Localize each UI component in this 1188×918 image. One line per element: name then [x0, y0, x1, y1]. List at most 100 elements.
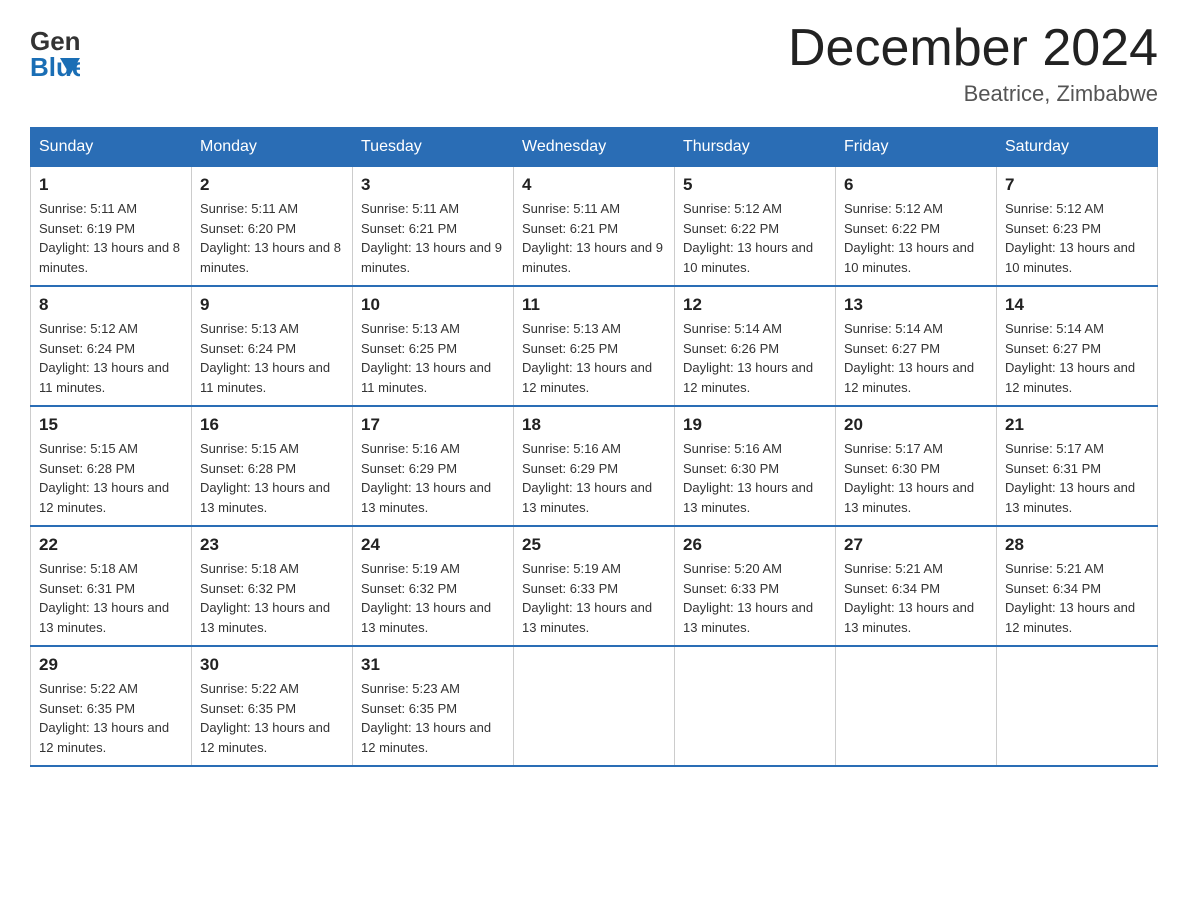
day-info: Sunrise: 5:18 AMSunset: 6:32 PMDaylight:…	[200, 561, 330, 635]
calendar-cell: 26 Sunrise: 5:20 AMSunset: 6:33 PMDaylig…	[675, 526, 836, 646]
day-number: 20	[844, 415, 988, 435]
day-info: Sunrise: 5:19 AMSunset: 6:32 PMDaylight:…	[361, 561, 491, 635]
calendar-cell	[836, 646, 997, 766]
day-number: 28	[1005, 535, 1149, 555]
day-info: Sunrise: 5:21 AMSunset: 6:34 PMDaylight:…	[1005, 561, 1135, 635]
calendar-cell	[997, 646, 1158, 766]
day-number: 3	[361, 175, 505, 195]
day-info: Sunrise: 5:13 AMSunset: 6:24 PMDaylight:…	[200, 321, 330, 395]
day-info: Sunrise: 5:16 AMSunset: 6:29 PMDaylight:…	[522, 441, 652, 515]
calendar-cell: 16 Sunrise: 5:15 AMSunset: 6:28 PMDaylig…	[192, 406, 353, 526]
calendar-cell: 12 Sunrise: 5:14 AMSunset: 6:26 PMDaylig…	[675, 286, 836, 406]
weekday-header-friday: Friday	[836, 128, 997, 167]
day-number: 23	[200, 535, 344, 555]
svg-text:Blue: Blue	[30, 52, 80, 80]
calendar-cell: 23 Sunrise: 5:18 AMSunset: 6:32 PMDaylig…	[192, 526, 353, 646]
calendar-cell: 11 Sunrise: 5:13 AMSunset: 6:25 PMDaylig…	[514, 286, 675, 406]
day-number: 2	[200, 175, 344, 195]
calendar-week-row: 1 Sunrise: 5:11 AMSunset: 6:19 PMDayligh…	[31, 167, 1158, 287]
day-info: Sunrise: 5:23 AMSunset: 6:35 PMDaylight:…	[361, 681, 491, 755]
day-number: 4	[522, 175, 666, 195]
calendar-week-row: 15 Sunrise: 5:15 AMSunset: 6:28 PMDaylig…	[31, 406, 1158, 526]
day-info: Sunrise: 5:16 AMSunset: 6:29 PMDaylight:…	[361, 441, 491, 515]
day-number: 31	[361, 655, 505, 675]
day-number: 9	[200, 295, 344, 315]
month-title: December 2024	[788, 20, 1158, 77]
day-info: Sunrise: 5:21 AMSunset: 6:34 PMDaylight:…	[844, 561, 974, 635]
calendar-cell: 17 Sunrise: 5:16 AMSunset: 6:29 PMDaylig…	[353, 406, 514, 526]
day-number: 19	[683, 415, 827, 435]
day-number: 15	[39, 415, 183, 435]
calendar-cell: 5 Sunrise: 5:12 AMSunset: 6:22 PMDayligh…	[675, 167, 836, 287]
day-info: Sunrise: 5:11 AMSunset: 6:21 PMDaylight:…	[361, 201, 502, 275]
day-number: 12	[683, 295, 827, 315]
calendar-cell: 28 Sunrise: 5:21 AMSunset: 6:34 PMDaylig…	[997, 526, 1158, 646]
day-number: 6	[844, 175, 988, 195]
calendar-cell: 20 Sunrise: 5:17 AMSunset: 6:30 PMDaylig…	[836, 406, 997, 526]
day-info: Sunrise: 5:16 AMSunset: 6:30 PMDaylight:…	[683, 441, 813, 515]
calendar-cell: 29 Sunrise: 5:22 AMSunset: 6:35 PMDaylig…	[31, 646, 192, 766]
calendar-cell: 14 Sunrise: 5:14 AMSunset: 6:27 PMDaylig…	[997, 286, 1158, 406]
day-number: 14	[1005, 295, 1149, 315]
day-number: 7	[1005, 175, 1149, 195]
calendar-cell: 30 Sunrise: 5:22 AMSunset: 6:35 PMDaylig…	[192, 646, 353, 766]
day-info: Sunrise: 5:14 AMSunset: 6:26 PMDaylight:…	[683, 321, 813, 395]
calendar-cell: 24 Sunrise: 5:19 AMSunset: 6:32 PMDaylig…	[353, 526, 514, 646]
day-info: Sunrise: 5:13 AMSunset: 6:25 PMDaylight:…	[361, 321, 491, 395]
logo: General Blue	[30, 20, 80, 85]
weekday-header-thursday: Thursday	[675, 128, 836, 167]
day-info: Sunrise: 5:12 AMSunset: 6:23 PMDaylight:…	[1005, 201, 1135, 275]
logo-icon: General Blue	[30, 20, 80, 85]
calendar-cell: 4 Sunrise: 5:11 AMSunset: 6:21 PMDayligh…	[514, 167, 675, 287]
day-info: Sunrise: 5:11 AMSunset: 6:19 PMDaylight:…	[39, 201, 180, 275]
calendar-cell: 3 Sunrise: 5:11 AMSunset: 6:21 PMDayligh…	[353, 167, 514, 287]
day-number: 17	[361, 415, 505, 435]
day-info: Sunrise: 5:12 AMSunset: 6:22 PMDaylight:…	[844, 201, 974, 275]
weekday-header-sunday: Sunday	[31, 128, 192, 167]
weekday-header-saturday: Saturday	[997, 128, 1158, 167]
calendar-cell: 13 Sunrise: 5:14 AMSunset: 6:27 PMDaylig…	[836, 286, 997, 406]
calendar-cell: 1 Sunrise: 5:11 AMSunset: 6:19 PMDayligh…	[31, 167, 192, 287]
calendar-week-row: 29 Sunrise: 5:22 AMSunset: 6:35 PMDaylig…	[31, 646, 1158, 766]
day-info: Sunrise: 5:17 AMSunset: 6:30 PMDaylight:…	[844, 441, 974, 515]
day-number: 30	[200, 655, 344, 675]
day-info: Sunrise: 5:17 AMSunset: 6:31 PMDaylight:…	[1005, 441, 1135, 515]
weekday-header-wednesday: Wednesday	[514, 128, 675, 167]
day-number: 10	[361, 295, 505, 315]
day-number: 18	[522, 415, 666, 435]
calendar-cell	[675, 646, 836, 766]
day-number: 8	[39, 295, 183, 315]
calendar-week-row: 22 Sunrise: 5:18 AMSunset: 6:31 PMDaylig…	[31, 526, 1158, 646]
day-info: Sunrise: 5:12 AMSunset: 6:22 PMDaylight:…	[683, 201, 813, 275]
day-number: 29	[39, 655, 183, 675]
day-number: 5	[683, 175, 827, 195]
day-info: Sunrise: 5:20 AMSunset: 6:33 PMDaylight:…	[683, 561, 813, 635]
calendar-cell: 27 Sunrise: 5:21 AMSunset: 6:34 PMDaylig…	[836, 526, 997, 646]
day-info: Sunrise: 5:14 AMSunset: 6:27 PMDaylight:…	[1005, 321, 1135, 395]
day-info: Sunrise: 5:13 AMSunset: 6:25 PMDaylight:…	[522, 321, 652, 395]
day-number: 11	[522, 295, 666, 315]
calendar-cell: 22 Sunrise: 5:18 AMSunset: 6:31 PMDaylig…	[31, 526, 192, 646]
weekday-header-monday: Monday	[192, 128, 353, 167]
calendar-cell	[514, 646, 675, 766]
day-info: Sunrise: 5:12 AMSunset: 6:24 PMDaylight:…	[39, 321, 169, 395]
calendar-cell: 8 Sunrise: 5:12 AMSunset: 6:24 PMDayligh…	[31, 286, 192, 406]
day-info: Sunrise: 5:15 AMSunset: 6:28 PMDaylight:…	[39, 441, 169, 515]
calendar-cell: 10 Sunrise: 5:13 AMSunset: 6:25 PMDaylig…	[353, 286, 514, 406]
calendar-cell: 25 Sunrise: 5:19 AMSunset: 6:33 PMDaylig…	[514, 526, 675, 646]
day-number: 24	[361, 535, 505, 555]
location-subtitle: Beatrice, Zimbabwe	[788, 81, 1158, 107]
day-info: Sunrise: 5:22 AMSunset: 6:35 PMDaylight:…	[200, 681, 330, 755]
day-number: 22	[39, 535, 183, 555]
day-info: Sunrise: 5:11 AMSunset: 6:21 PMDaylight:…	[522, 201, 663, 275]
calendar-week-row: 8 Sunrise: 5:12 AMSunset: 6:24 PMDayligh…	[31, 286, 1158, 406]
calendar-cell: 31 Sunrise: 5:23 AMSunset: 6:35 PMDaylig…	[353, 646, 514, 766]
calendar-cell: 21 Sunrise: 5:17 AMSunset: 6:31 PMDaylig…	[997, 406, 1158, 526]
day-info: Sunrise: 5:11 AMSunset: 6:20 PMDaylight:…	[200, 201, 341, 275]
day-number: 13	[844, 295, 988, 315]
calendar-cell: 19 Sunrise: 5:16 AMSunset: 6:30 PMDaylig…	[675, 406, 836, 526]
header: General Blue December 2024 Beatrice, Zim…	[30, 20, 1158, 107]
day-info: Sunrise: 5:15 AMSunset: 6:28 PMDaylight:…	[200, 441, 330, 515]
title-area: December 2024 Beatrice, Zimbabwe	[788, 20, 1158, 107]
calendar-table: SundayMondayTuesdayWednesdayThursdayFrid…	[30, 127, 1158, 767]
